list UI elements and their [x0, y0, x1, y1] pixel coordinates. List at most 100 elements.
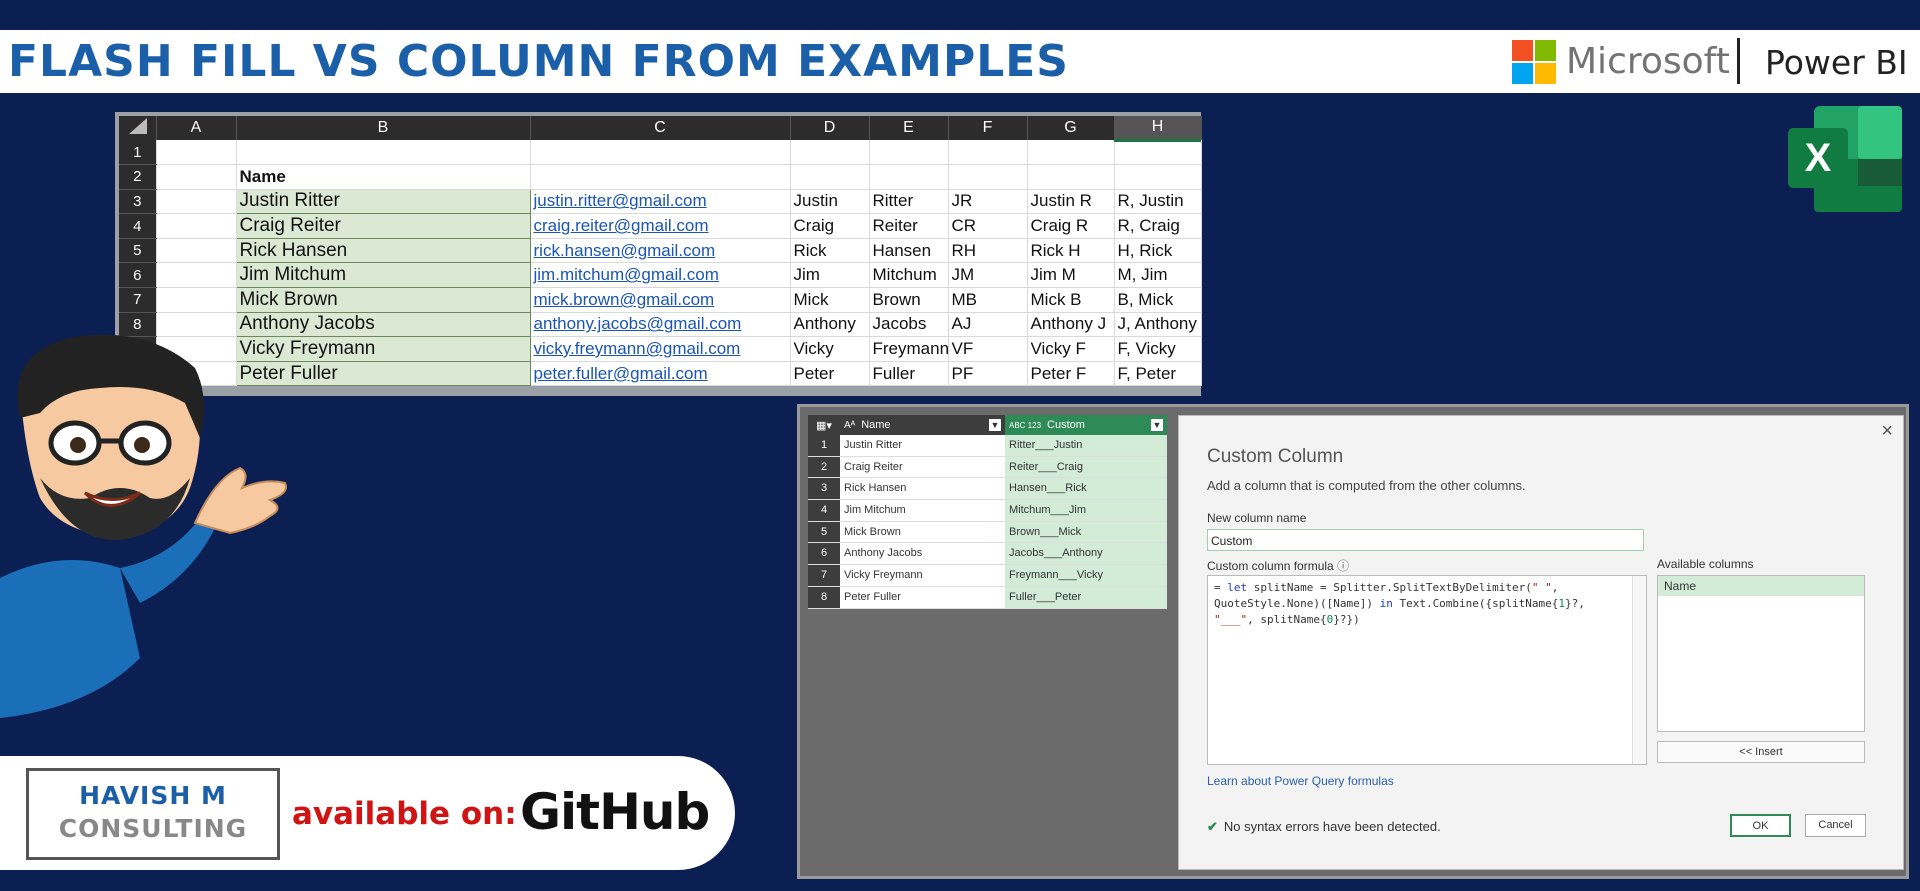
query-row-number[interactable]: 5: [808, 521, 840, 543]
email-link[interactable]: justin.ritter@gmail.com: [534, 191, 707, 210]
query-row-number[interactable]: 2: [808, 456, 840, 478]
query-cell-custom[interactable]: Brown___Mick: [1005, 521, 1167, 543]
cell-initials[interactable]: CR: [948, 213, 1028, 239]
email-link[interactable]: mick.brown@gmail.com: [534, 290, 715, 309]
cell-last[interactable]: Fuller: [869, 361, 949, 387]
query-row-number[interactable]: 1: [808, 435, 840, 456]
available-column-item[interactable]: Name: [1658, 576, 1864, 596]
query-cell-name[interactable]: Jim Mitchum: [840, 500, 1005, 521]
learn-formulas-link[interactable]: Learn about Power Query formulas: [1207, 774, 1394, 788]
cell-initials[interactable]: JM: [948, 262, 1028, 289]
row-number[interactable]: 1: [119, 140, 157, 166]
column-header-a[interactable]: A: [156, 116, 237, 140]
query-row[interactable]: 1 Justin Ritter Ritter___Justin: [808, 435, 1167, 457]
cell-email[interactable]: anthony.jacobs@gmail.com: [530, 312, 791, 338]
cell-first[interactable]: Rick: [790, 238, 870, 264]
column-header-g[interactable]: G: [1027, 116, 1115, 140]
cell-first-li[interactable]: [1027, 164, 1115, 190]
cell-name[interactable]: Name: [236, 164, 531, 190]
cell-first-li[interactable]: Jim M: [1027, 262, 1115, 289]
cell-last-first[interactable]: R, Justin: [1114, 189, 1202, 215]
column-header-custom[interactable]: ABC 123 Custom ▼: [1005, 415, 1167, 435]
email-link[interactable]: peter.fuller@gmail.com: [534, 364, 708, 383]
filter-dropdown-icon[interactable]: ▼: [1151, 419, 1163, 431]
ok-button[interactable]: OK: [1730, 814, 1791, 837]
cell-last[interactable]: Reiter: [869, 213, 949, 239]
cell-last[interactable]: Freymann: [869, 336, 949, 362]
query-row-number[interactable]: 8: [808, 586, 840, 608]
insert-button[interactable]: << Insert: [1657, 741, 1865, 763]
cell-first[interactable]: Mick: [790, 287, 870, 313]
cell-email[interactable]: rick.hansen@gmail.com: [530, 238, 791, 264]
cell-name[interactable]: Justin Ritter: [235, 188, 531, 215]
info-icon[interactable]: ⓘ: [1337, 559, 1349, 573]
cell-first[interactable]: Peter: [790, 361, 870, 387]
cell-first-li[interactable]: [1027, 140, 1115, 166]
cell-email[interactable]: vicky.freymann@gmail.com: [530, 336, 791, 362]
query-row[interactable]: 8 Peter Fuller Fuller___Peter: [808, 586, 1167, 609]
query-cell-custom[interactable]: Ritter___Justin: [1005, 435, 1167, 456]
cell-last-first[interactable]: F, Vicky: [1114, 336, 1202, 362]
query-cell-custom[interactable]: Freymann___Vicky: [1005, 565, 1167, 586]
column-header-d[interactable]: D: [790, 116, 870, 140]
query-cell-custom[interactable]: Fuller___Peter: [1005, 586, 1167, 608]
cell-name[interactable]: [236, 140, 531, 166]
query-cell-name[interactable]: Vicky Freymann: [840, 565, 1005, 586]
cell-email[interactable]: peter.fuller@gmail.com: [530, 361, 791, 387]
email-link[interactable]: jim.mitchum@gmail.com: [534, 265, 719, 284]
cell-last[interactable]: [869, 140, 949, 166]
formula-editor[interactable]: = let splitName = Splitter.SplitTextByDe…: [1207, 575, 1647, 765]
row-number[interactable]: 5: [119, 238, 157, 264]
cell-initials[interactable]: MB: [948, 287, 1028, 313]
cell-name[interactable]: Rick Hansen: [235, 237, 531, 264]
query-row[interactable]: 7 Vicky Freymann Freymann___Vicky: [808, 565, 1167, 587]
cell-last-first[interactable]: J, Anthony: [1114, 312, 1202, 338]
query-cell-name[interactable]: Rick Hansen: [840, 478, 1005, 500]
cell-a[interactable]: [156, 189, 237, 215]
cell-a[interactable]: [156, 164, 237, 190]
cell-first[interactable]: Anthony: [790, 312, 870, 338]
email-link[interactable]: vicky.freymann@gmail.com: [534, 339, 741, 358]
cell-initials[interactable]: AJ: [948, 312, 1028, 338]
cell-a[interactable]: [156, 238, 237, 264]
cell-first-li[interactable]: Mick B: [1027, 287, 1115, 313]
cell-email[interactable]: craig.reiter@gmail.com: [530, 213, 791, 239]
email-link[interactable]: craig.reiter@gmail.com: [534, 216, 709, 235]
query-row[interactable]: 2 Craig Reiter Reiter___Craig: [808, 456, 1167, 479]
column-header-e[interactable]: E: [869, 116, 949, 140]
cell-last[interactable]: Jacobs: [869, 312, 949, 338]
new-column-name-input[interactable]: Custom: [1207, 529, 1644, 551]
cell-first[interactable]: Vicky: [790, 336, 870, 362]
query-cell-name[interactable]: Craig Reiter: [840, 456, 1005, 478]
any-type-icon[interactable]: ABC 123: [1009, 421, 1041, 430]
cell-initials[interactable]: VF: [948, 336, 1028, 362]
cell-first[interactable]: [790, 164, 870, 190]
query-row-number[interactable]: 4: [808, 500, 840, 521]
cell-last-first[interactable]: B, Mick: [1114, 287, 1202, 313]
cell-a[interactable]: [156, 213, 237, 239]
cell-last-first[interactable]: [1114, 140, 1202, 166]
text-type-icon[interactable]: Aᴬ: [844, 420, 855, 431]
query-row[interactable]: 5 Mick Brown Brown___Mick: [808, 521, 1167, 544]
cancel-button[interactable]: Cancel: [1805, 814, 1866, 837]
cell-last[interactable]: Hansen: [869, 238, 949, 264]
query-row-number[interactable]: 3: [808, 478, 840, 500]
query-row-number[interactable]: 6: [808, 543, 840, 565]
select-all-corner[interactable]: [119, 116, 157, 140]
cell-a[interactable]: [156, 140, 237, 166]
cell-first[interactable]: Craig: [790, 213, 870, 239]
column-header-f[interactable]: F: [948, 116, 1028, 140]
cell-initials[interactable]: PF: [948, 361, 1028, 387]
row-number[interactable]: 2: [119, 164, 157, 190]
cell-last[interactable]: Brown: [869, 287, 949, 313]
cell-first[interactable]: Jim: [790, 262, 870, 289]
close-icon[interactable]: ×: [1881, 420, 1893, 443]
cell-initials[interactable]: [948, 140, 1028, 166]
query-cell-custom[interactable]: Mitchum___Jim: [1005, 500, 1167, 521]
row-number[interactable]: 4: [119, 213, 157, 239]
cell-last[interactable]: [869, 164, 949, 190]
cell-last[interactable]: Ritter: [869, 189, 949, 215]
cell-last-first[interactable]: R, Craig: [1114, 213, 1202, 239]
available-columns-list[interactable]: Name: [1657, 575, 1865, 732]
cell-first[interactable]: [790, 140, 870, 166]
